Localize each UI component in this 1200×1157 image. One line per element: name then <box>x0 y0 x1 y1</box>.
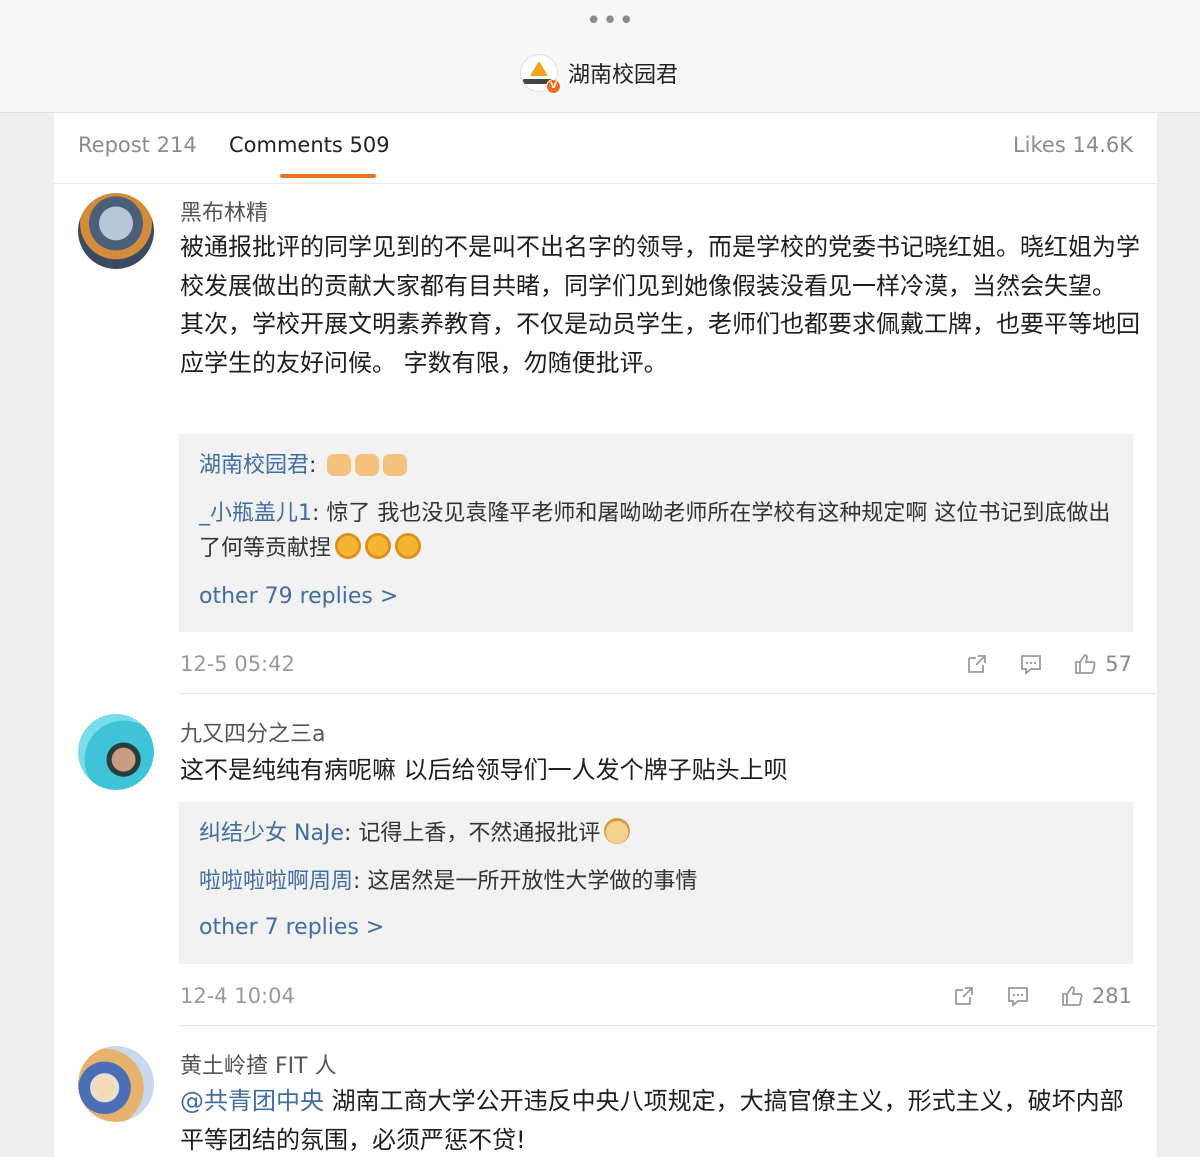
comment-icon[interactable] <box>1019 652 1043 676</box>
comment-text: 被通报批评的同学见到的不是叫不出名字的领导，而是学校的党委书记晓红姐。晓红姐为学… <box>180 233 1140 377</box>
reply-item: 湖南校园君: <box>199 448 1114 483</box>
comment-text: 这不是纯纯有病呢嘛 以后给领导们一人发个牌子贴头上呗 <box>180 756 788 784</box>
like-icon[interactable] <box>1073 652 1097 676</box>
mention-link[interactable]: @共青团中央 <box>180 1087 324 1115</box>
more-replies-link[interactable]: other 7 replies > <box>199 915 384 940</box>
comment-username[interactable]: 九又四分之三a <box>180 716 325 748</box>
comment-time: 12-4 10:04 <box>180 984 295 1008</box>
reply-text: 这居然是一所开放性大学做的事情 <box>367 869 698 894</box>
account-name[interactable]: 湖南校园君 <box>568 57 678 89</box>
reply-box[interactable]: 湖南校园君: _小瓶盖儿1: 惊了 我也没见袁隆平老师和屠呦呦老师所在学校有这种… <box>179 434 1133 632</box>
comment-item: 黄土岭揸 FIT 人 @共青团中央 湖南工商大学公开违反中央八项规定，大搞官僚主… <box>54 1026 1157 1157</box>
tab-bar: Repost 214 Comments 509 Likes 14.6K <box>54 113 1157 184</box>
comment-text: @共青团中央 湖南工商大学公开违反中央八项规定，大搞官僚主义，形式主义，破坏内部… <box>180 1082 1140 1157</box>
comment-actions: 281 <box>922 984 1132 1008</box>
top-bar: ••• 湖南校园君 V <box>0 0 1200 113</box>
reply-box[interactable]: 纠结少女 NaJe: 记得上香，不然通报批评 啦啦啦啦啊周周: 这居然是一所开放… <box>179 802 1133 964</box>
reply-colon: : <box>309 453 324 478</box>
comment-meta: 12-5 05:42 57 <box>180 652 1132 682</box>
avatar[interactable] <box>78 1046 154 1122</box>
thumbs-up-emoji-icon <box>327 454 352 476</box>
reply-username[interactable]: 湖南校园君 <box>199 453 309 478</box>
reply-item: 啦啦啦啦啊周周: 这居然是一所开放性大学做的事情 <box>199 864 1114 899</box>
share-icon[interactable] <box>952 984 976 1008</box>
shocked-emoji-icon <box>365 533 392 559</box>
avatar[interactable] <box>78 714 154 790</box>
verified-badge-icon: V <box>546 79 561 94</box>
doge-emoji-icon <box>604 818 631 844</box>
comment-meta: 12-4 10:04 281 <box>180 984 1132 1014</box>
reply-colon: : <box>343 821 359 846</box>
like-count: 57 <box>1105 652 1132 676</box>
reply-username[interactable]: 纠结少女 NaJe <box>199 821 344 846</box>
tab-repost[interactable]: Repost 214 <box>78 133 197 157</box>
more-dots-icon[interactable]: ••• <box>586 8 635 34</box>
reply-colon: : <box>353 869 368 894</box>
shocked-emoji-icon <box>395 533 422 559</box>
comments-card: Repost 214 Comments 509 Likes 14.6K 黑布林精… <box>54 113 1157 1157</box>
like-icon[interactable] <box>1060 984 1084 1008</box>
thumbs-up-emoji-icon <box>355 454 380 476</box>
account-title[interactable]: 湖南校园君 <box>520 53 678 93</box>
active-tab-indicator <box>280 174 376 178</box>
comment-icon[interactable] <box>1006 984 1030 1008</box>
tab-comments[interactable]: Comments 509 <box>229 133 390 157</box>
logo-triangle-icon <box>530 61 548 76</box>
thumbs-up-emoji-icon <box>383 454 408 476</box>
comment-item: 九又四分之三a 这不是纯纯有病呢嘛 以后给领导们一人发个牌子贴头上呗 纠结少女 … <box>54 694 1157 1026</box>
like-count: 281 <box>1091 984 1132 1008</box>
reply-username[interactable]: _小瓶盖儿1 <box>199 501 312 526</box>
comment-time: 12-5 05:42 <box>180 652 295 676</box>
share-icon[interactable] <box>965 652 989 676</box>
reply-username[interactable]: 啦啦啦啦啊周周 <box>199 869 353 894</box>
reply-item: _小瓶盖儿1: 惊了 我也没见袁隆平老师和屠呦呦老师所在学校有这种规定啊 这位书… <box>199 496 1114 566</box>
comment-item: 黑布林精 被通报批评的同学见到的不是叫不出名字的领导，而是学校的党委书记晓红姐。… <box>54 188 1157 694</box>
tab-likes[interactable]: Likes 14.6K <box>1013 133 1133 157</box>
comment-username[interactable]: 黄土岭揸 FIT 人 <box>180 1048 337 1080</box>
comment-actions: 57 <box>935 652 1132 676</box>
avatar[interactable] <box>78 193 154 269</box>
reply-item: 纠结少女 NaJe: 记得上香，不然通报批评 <box>199 816 1114 851</box>
shocked-emoji-icon <box>335 533 362 559</box>
comment-username[interactable]: 黑布林精 <box>180 195 268 227</box>
reply-colon: : <box>312 501 327 526</box>
more-replies-link[interactable]: other 79 replies > <box>199 584 398 609</box>
reply-text: 记得上香，不然通报批评 <box>358 821 601 846</box>
